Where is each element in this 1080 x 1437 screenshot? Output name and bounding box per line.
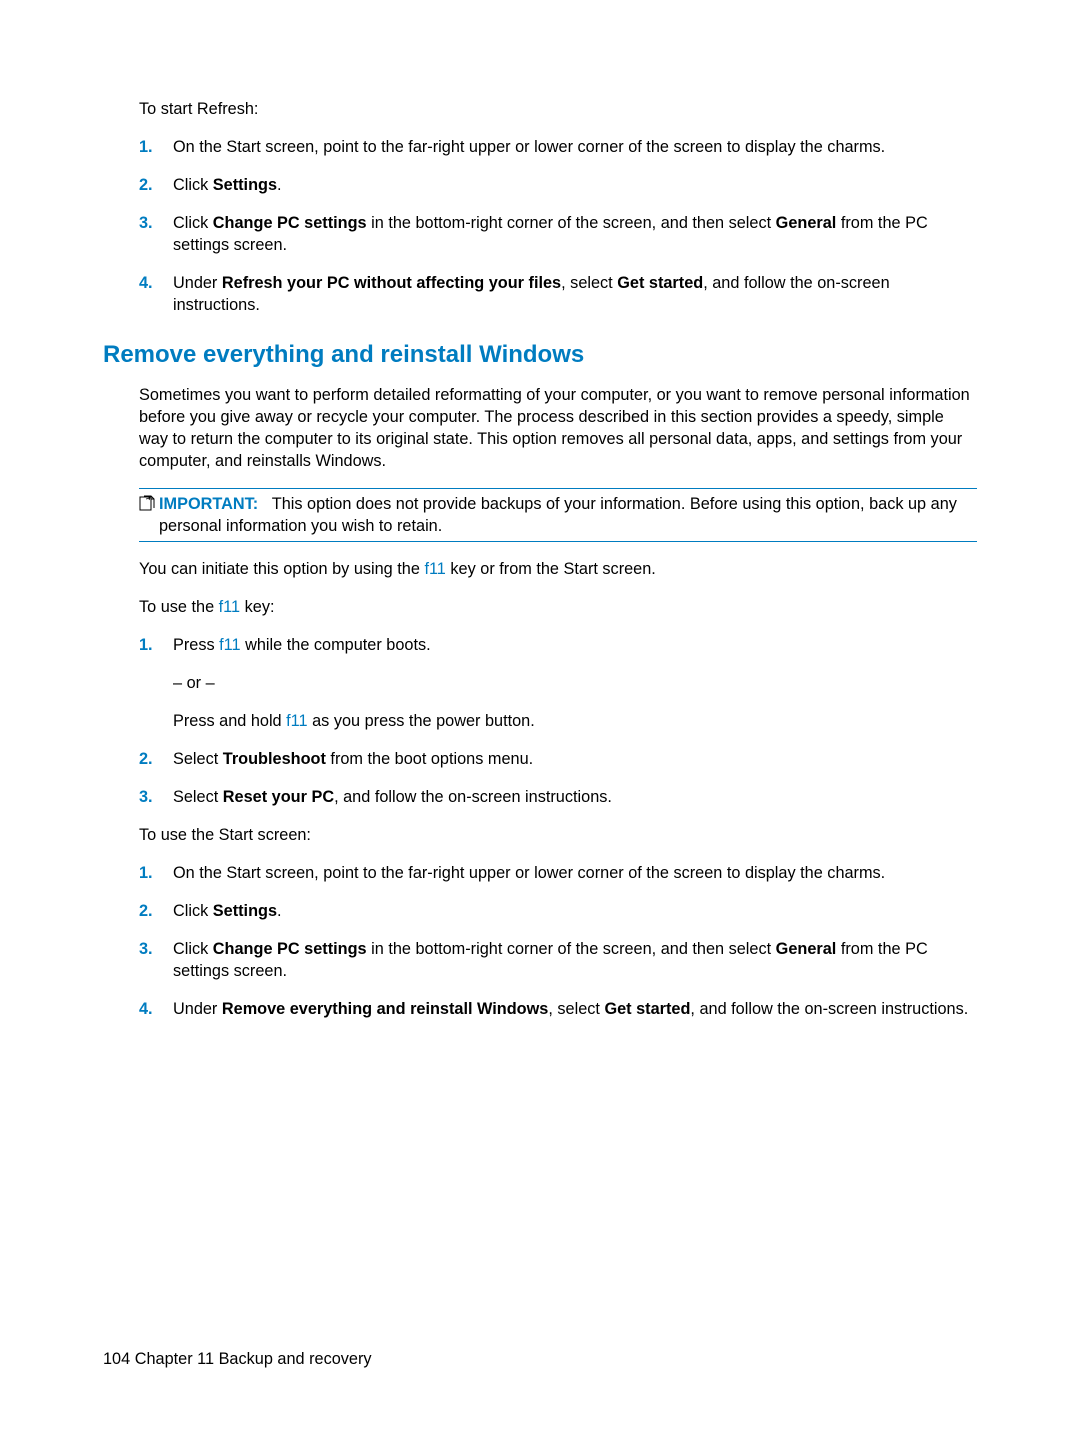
body-paragraph: Sometimes you want to perform detailed r… <box>139 384 977 472</box>
ordered-list-b: 1. Press f11 while the computer boots. –… <box>139 634 977 808</box>
list-item: 3. Click Change PC settings in the botto… <box>139 212 977 256</box>
section-heading: Remove everything and reinstall Windows <box>103 340 977 370</box>
list-number: 3. <box>139 212 173 256</box>
list-number: 1. <box>139 862 173 884</box>
ordered-list-a: 1. On the Start screen, point to the far… <box>139 136 977 316</box>
list-text: Click Change PC settings in the bottom-r… <box>173 938 977 982</box>
page-footer: 104 Chapter 11 Backup and recovery <box>103 1350 372 1369</box>
list-number: 3. <box>139 938 173 982</box>
key-f11: f11 <box>286 712 307 730</box>
important-icon <box>139 493 159 537</box>
list-text: Select Troubleshoot from the boot option… <box>173 748 977 770</box>
list-item: 2. Click Settings. <box>139 174 977 196</box>
list-item: 4. Under Remove everything and reinstall… <box>139 998 977 1020</box>
list-text: Click Settings. <box>173 174 977 196</box>
list-text: On the Start screen, point to the far-ri… <box>173 136 977 158</box>
list-number: 2. <box>139 900 173 922</box>
list-item: 4. Under Refresh your PC without affecti… <box>139 272 977 316</box>
list-item: 1. Press f11 while the computer boots. –… <box>139 634 977 732</box>
list-item: 3. Click Change PC settings in the botto… <box>139 938 977 982</box>
page-content: To start Refresh: 1. On the Start screen… <box>0 0 1080 1076</box>
body-paragraph: To use the f11 key: <box>139 596 977 618</box>
list-number: 1. <box>139 634 173 732</box>
body-paragraph: To use the Start screen: <box>139 824 977 846</box>
list-text: Select Reset your PC, and follow the on-… <box>173 786 977 808</box>
list-number: 4. <box>139 998 173 1020</box>
key-f11: f11 <box>219 598 240 616</box>
list-text: On the Start screen, point to the far-ri… <box>173 862 977 884</box>
key-f11: f11 <box>424 560 445 578</box>
list-text: Under Refresh your PC without affecting … <box>173 272 977 316</box>
list-text: Under Remove everything and reinstall Wi… <box>173 998 977 1020</box>
body-paragraph: You can initiate this option by using th… <box>139 558 977 580</box>
section-refresh-steps: To start Refresh: 1. On the Start screen… <box>139 98 977 316</box>
list-text: Press f11 while the computer boots. – or… <box>173 634 977 732</box>
list-text: Click Change PC settings in the bottom-r… <box>173 212 977 256</box>
key-f11: f11 <box>219 636 240 654</box>
page-number: 104 <box>103 1350 130 1368</box>
list-number: 2. <box>139 174 173 196</box>
list-item: 3. Select Reset your PC, and follow the … <box>139 786 977 808</box>
important-label: IMPORTANT: <box>159 495 258 513</box>
list-item: 1. On the Start screen, point to the far… <box>139 862 977 884</box>
list-item: 2. Select Troubleshoot from the boot opt… <box>139 748 977 770</box>
list-number: 2. <box>139 748 173 770</box>
section-remove-reinstall: Sometimes you want to perform detailed r… <box>139 384 977 1020</box>
list-number: 3. <box>139 786 173 808</box>
list-item: 1. On the Start screen, point to the far… <box>139 136 977 158</box>
list-item: 2. Click Settings. <box>139 900 977 922</box>
important-note: IMPORTANT: This option does not provide … <box>139 488 977 542</box>
list-number: 4. <box>139 272 173 316</box>
ordered-list-c: 1. On the Start screen, point to the far… <box>139 862 977 1020</box>
list-text: Click Settings. <box>173 900 977 922</box>
intro-text: To start Refresh: <box>139 98 977 120</box>
important-text: IMPORTANT: This option does not provide … <box>159 493 977 537</box>
list-number: 1. <box>139 136 173 158</box>
chapter-title: Chapter 11 Backup and recovery <box>135 1350 372 1368</box>
